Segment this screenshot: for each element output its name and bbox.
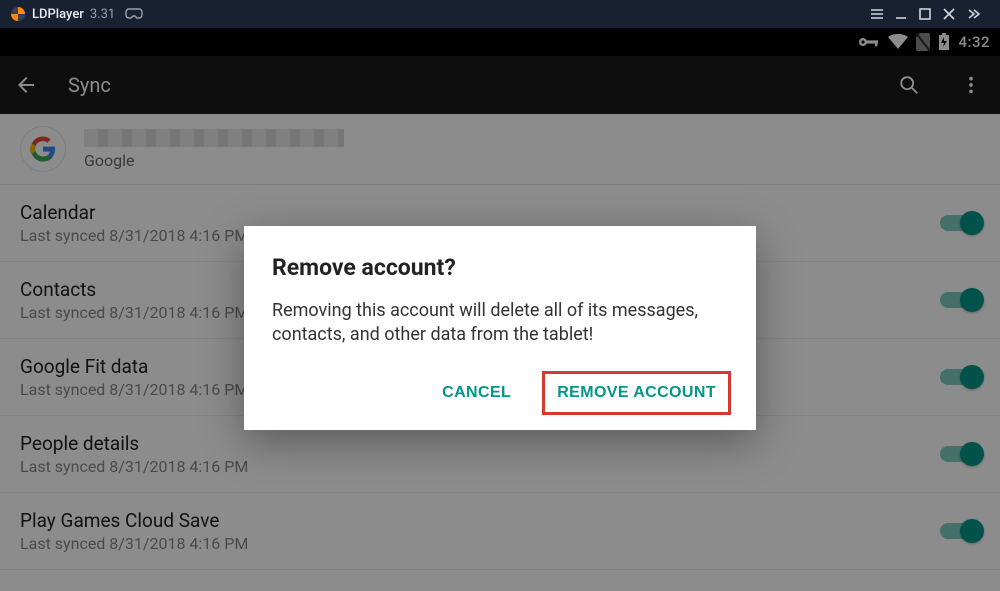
remove-account-button[interactable]: REMOVE ACCOUNT <box>545 374 728 412</box>
window-menu-icon[interactable] <box>870 7 894 21</box>
dialog-title: Remove account? <box>272 254 728 281</box>
window-close-button[interactable] <box>942 7 966 21</box>
emulator-name: LDPlayer <box>32 7 84 22</box>
emulator-titlebar: LDPlayer 3.31 <box>0 0 1000 28</box>
cancel-button[interactable]: CANCEL <box>430 374 523 412</box>
window-more-button[interactable] <box>966 7 990 21</box>
gamepad-icon <box>125 8 143 20</box>
window-maximize-button[interactable] <box>918 7 942 21</box>
dialog-message: Removing this account will delete all of… <box>272 299 728 348</box>
ldplayer-logo-icon <box>10 6 26 22</box>
window-minimize-button[interactable] <box>894 7 918 21</box>
emulator-version: 3.31 <box>90 7 115 22</box>
remove-account-dialog: Remove account? Removing this account wi… <box>244 226 756 430</box>
